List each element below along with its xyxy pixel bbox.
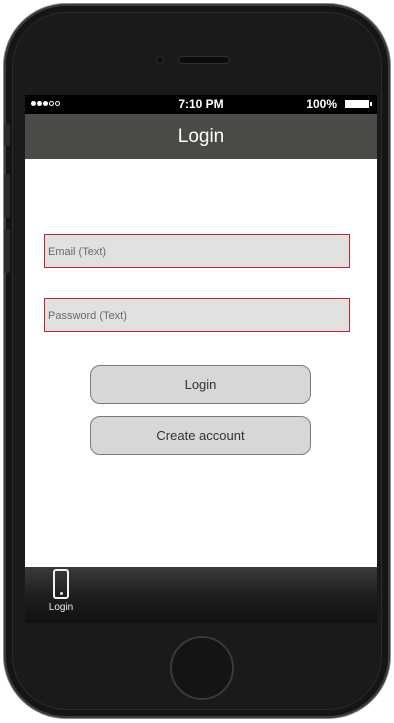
volume-up-button (4, 174, 10, 218)
earpiece-speaker (178, 56, 230, 64)
phone-icon (53, 569, 69, 599)
login-form: Email (Text) Password (Text) Login Creat… (25, 159, 377, 565)
login-button[interactable]: Login (90, 365, 311, 404)
tab-bar: Login (25, 567, 377, 623)
battery-percentage: 100% (306, 97, 337, 111)
volume-down-button (4, 229, 10, 273)
app-screen: 7:10 PM 100% Login Email (Text) Password… (25, 95, 377, 623)
email-field[interactable]: Email (Text) (44, 234, 350, 268)
tab-login[interactable]: Login (37, 569, 85, 613)
battery-icon (345, 100, 369, 108)
create-account-button[interactable]: Create account (90, 416, 311, 455)
front-camera-icon (156, 56, 164, 64)
home-button[interactable] (170, 636, 234, 700)
status-bar: 7:10 PM 100% (25, 95, 377, 114)
battery-tip (370, 102, 372, 106)
mute-switch (4, 124, 10, 146)
password-field[interactable]: Password (Text) (44, 298, 350, 332)
page-title: Login (177, 126, 225, 147)
tab-login-label: Login (48, 602, 74, 613)
navigation-bar: Login (25, 114, 377, 159)
